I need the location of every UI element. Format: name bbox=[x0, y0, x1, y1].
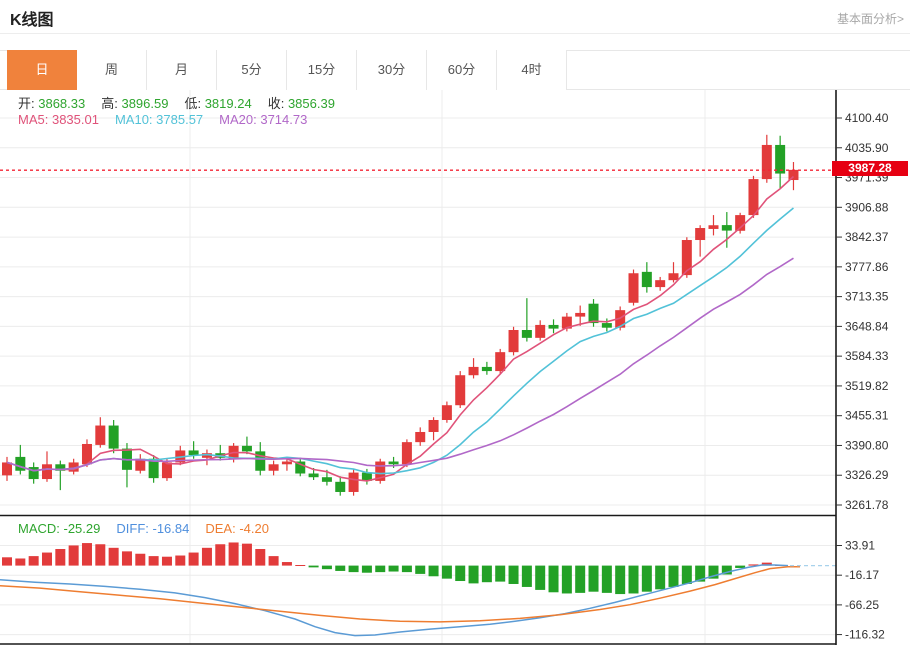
legend-item: MA10: 3785.57 bbox=[114, 112, 204, 127]
axis-tick-label: 3326.29 bbox=[845, 468, 889, 482]
axis-tick-label: 3390.80 bbox=[845, 438, 889, 452]
legend-item: DEA: -4.20 bbox=[205, 521, 269, 536]
tab-period-0[interactable]: 日 bbox=[7, 50, 77, 90]
axis-tick-label: -66.25 bbox=[845, 598, 879, 612]
legend-item: 收: 3856.39 bbox=[267, 96, 335, 111]
legend-item: 低: 3819.24 bbox=[184, 96, 252, 111]
legend-item: 高: 3896.59 bbox=[101, 96, 169, 111]
tab-period-3[interactable]: 5分 bbox=[217, 50, 287, 90]
tab-period-4[interactable]: 15分 bbox=[287, 50, 357, 90]
candles-layer bbox=[2, 134, 799, 496]
axis-tick-label: -16.17 bbox=[845, 568, 879, 582]
ma20-line bbox=[6, 257, 794, 472]
tab-period-7[interactable]: 4时 bbox=[497, 50, 567, 90]
ma10-line bbox=[6, 207, 794, 475]
legend-item: MA20: 3714.73 bbox=[219, 112, 308, 127]
period-tab-bar: 日周月 5分 15分 30分 60分 4时 bbox=[7, 50, 567, 90]
tab-period-2[interactable]: 月 bbox=[147, 50, 217, 90]
axis-tick-label: 3519.82 bbox=[845, 379, 889, 393]
legend-item: MA5: 3835.01 bbox=[18, 112, 99, 127]
axis-tick-label: -116.32 bbox=[845, 628, 885, 642]
legend-ma: MA5: 3835.01 MA10: 3785.57 MA20: 3714.73 bbox=[18, 112, 323, 127]
legend-macd: MACD: -25.29 DIFF: -16.84 DEA: -4.20 bbox=[18, 521, 285, 536]
legend-ohlc: 开: 3868.33 高: 3896.59 低: 3819.24 收: 3856.39 bbox=[18, 93, 351, 112]
axis-tick-label: 33.91 bbox=[845, 538, 875, 552]
axis-tick-label: 3455.31 bbox=[845, 409, 889, 423]
axis-tick-label: 3713.35 bbox=[845, 290, 889, 304]
axis-tick-label: 4100.40 bbox=[845, 111, 889, 125]
axis-tick-label: 3906.88 bbox=[845, 200, 889, 214]
ma-layer bbox=[6, 175, 795, 482]
axis-tick-label: 4035.90 bbox=[845, 141, 889, 155]
axis-tick-label: 3584.33 bbox=[845, 349, 889, 363]
macd-layer bbox=[0, 542, 836, 637]
tab-period-6[interactable]: 60分 bbox=[427, 50, 497, 90]
axis-tick-label: 3261.78 bbox=[845, 498, 889, 512]
axis-layer: 4100.404035.903971.393906.883842.373777.… bbox=[0, 90, 889, 645]
legend-item: MACD: -25.29 bbox=[18, 521, 101, 536]
legend-item: 开: 3868.33 bbox=[18, 96, 86, 111]
tab-period-1[interactable]: 周 bbox=[77, 50, 147, 90]
legend-item: DIFF: -16.84 bbox=[116, 521, 190, 536]
current-price-tag: 3987.28 bbox=[832, 161, 908, 176]
ma5-line bbox=[6, 175, 795, 482]
axis-tick-label: 3842.37 bbox=[845, 230, 889, 244]
tab-period-5[interactable]: 30分 bbox=[357, 50, 427, 90]
axis-tick-label: 3777.86 bbox=[845, 260, 889, 274]
axis-tick-label: 3648.84 bbox=[845, 319, 889, 333]
